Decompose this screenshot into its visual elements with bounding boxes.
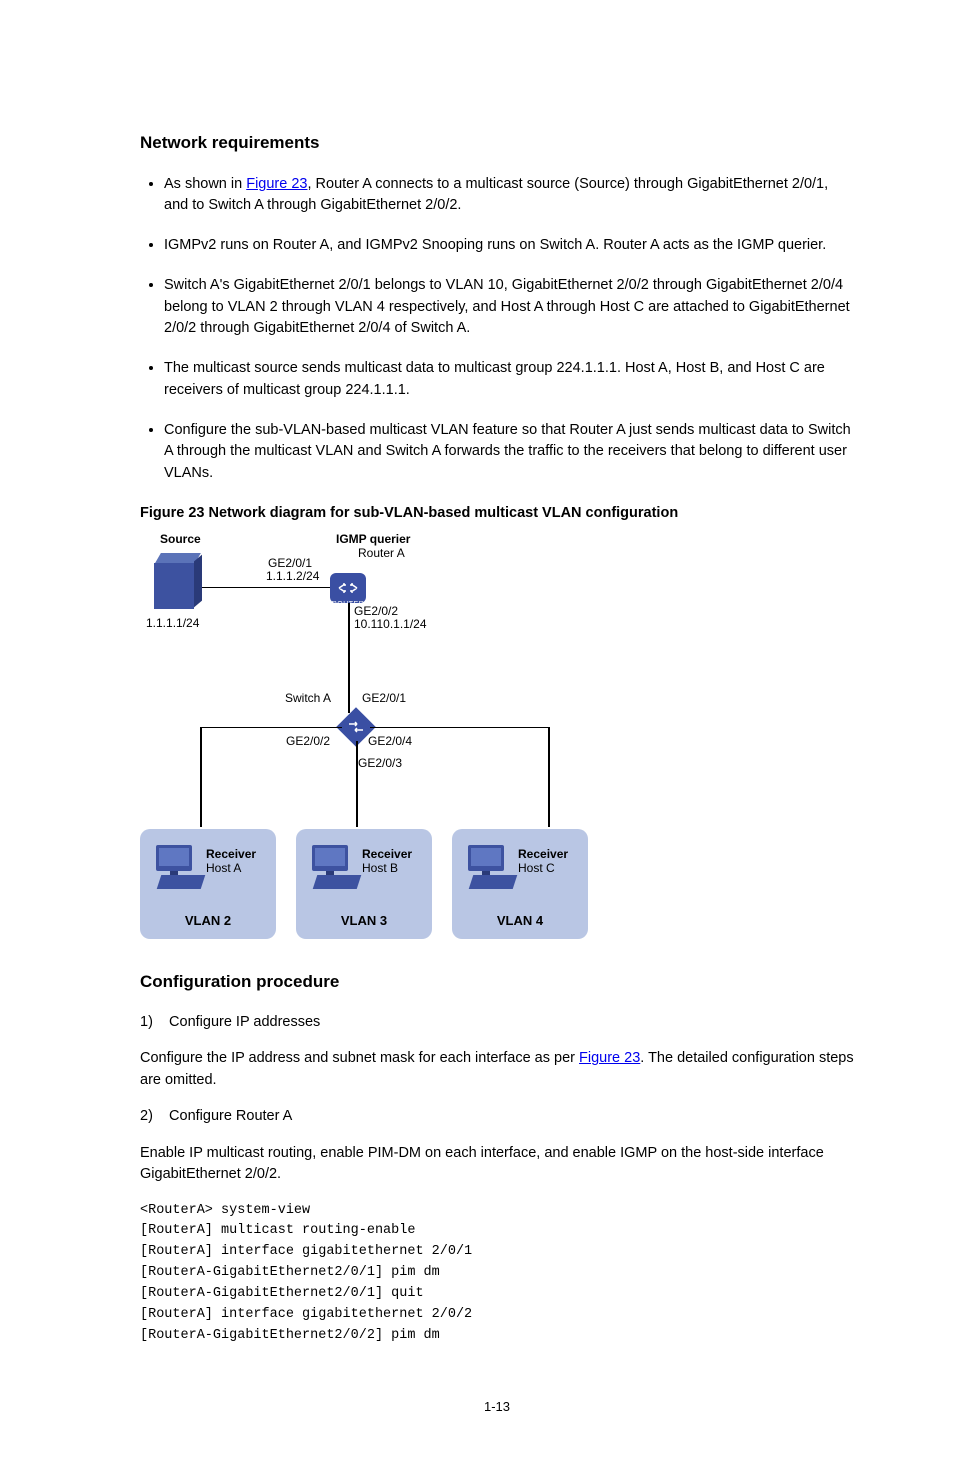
cli-block: <RouterA> system-view [RouterA] multicas…: [140, 1201, 854, 1347]
switch-if3: GE2/0/3: [358, 757, 402, 771]
switch-if1: GE2/0/1: [362, 692, 406, 706]
host-text: Receiver Host C: [518, 847, 568, 876]
source-server-icon: [154, 553, 202, 609]
vlan3-box: Receiver Host B VLAN 3: [296, 829, 432, 939]
link-line: [202, 587, 330, 589]
network-diagram: Source 1.1.1.1/24 ROUTER IGMP querier Ro…: [140, 539, 610, 939]
vlan-title: VLAN 2: [140, 911, 276, 931]
cli-line: [RouterA] interface gigabitethernet 2/0/…: [140, 1305, 854, 1326]
figure-link[interactable]: Figure 23: [579, 1050, 640, 1066]
cli-line: <RouterA> system-view: [140, 1201, 854, 1222]
step-number: 1): [140, 1014, 153, 1030]
switch-name: Switch A: [285, 692, 331, 706]
link-line: [200, 727, 202, 827]
requirements-list: As shown in Figure 23, Router A connects…: [140, 174, 854, 485]
step1-body: Configure the IP address and subnet mask…: [140, 1048, 854, 1092]
cli-line: [RouterA-GigabitEthernet2/0/1] quit: [140, 1284, 854, 1305]
cli-line: [RouterA] multicast routing-enable: [140, 1221, 854, 1242]
source-ip: 1.1.1.1/24: [146, 617, 199, 631]
switch-if4: GE2/0/4: [368, 735, 412, 749]
list-item: The multicast source sends multicast dat…: [164, 358, 854, 402]
vlan4-box: Receiver Host C VLAN 4: [452, 829, 588, 939]
list-item: Switch A's GigabitEthernet 2/0/1 belongs…: [164, 275, 854, 340]
router-if2-ip: 10.110.1.1/24: [354, 618, 427, 632]
host-text: Receiver Host A: [206, 847, 256, 876]
receiver-label: Receiver: [518, 847, 568, 861]
step1: 1) Configure IP addresses: [140, 1012, 854, 1034]
router-if1-ip: 1.1.1.2/24: [266, 570, 319, 584]
page-content: Network requirements As shown in Figure …: [0, 0, 954, 1466]
source-label: Source: [160, 533, 201, 547]
cli-line: [RouterA] interface gigabitethernet 2/0/…: [140, 1242, 854, 1263]
step-number: 2): [140, 1108, 153, 1124]
igmp-label: IGMP querier: [336, 533, 410, 547]
vlan-title: VLAN 3: [296, 911, 432, 931]
link-line: [548, 727, 550, 827]
host-text: Receiver Host B: [362, 847, 412, 876]
vlan-title: VLAN 4: [452, 911, 588, 931]
link-line: [348, 603, 350, 713]
list-item: As shown in Figure 23, Router A connects…: [164, 174, 854, 218]
network-requirements-heading: Network requirements: [140, 130, 854, 156]
list-item: IGMPv2 runs on Router A, and IGMPv2 Snoo…: [164, 235, 854, 257]
receiver-label: Receiver: [206, 847, 256, 861]
figure-caption: Figure 23 Network diagram for sub-VLAN-b…: [140, 503, 854, 525]
host-pc-icon: [468, 845, 508, 885]
step-title: Configure Router A: [169, 1108, 292, 1124]
step2: 2) Configure Router A: [140, 1106, 854, 1128]
host-pc-icon: [156, 845, 196, 885]
host-pc-icon: [312, 845, 352, 885]
link-line: [200, 727, 342, 729]
list-item: Configure the sub-VLAN-based multicast V…: [164, 420, 854, 485]
host-name: Host A: [206, 861, 241, 875]
cli-line: [RouterA-GigabitEthernet2/0/1] pim dm: [140, 1263, 854, 1284]
router-name: Router A: [358, 547, 405, 561]
text: Configure the IP address and subnet mask…: [140, 1050, 579, 1066]
vlan2-box: Receiver Host A VLAN 2: [140, 829, 276, 939]
step-title: Configure IP addresses: [169, 1014, 320, 1030]
configuration-procedure-heading: Configuration procedure: [140, 969, 854, 995]
receiver-label: Receiver: [362, 847, 412, 861]
cli-line: [RouterA-GigabitEthernet2/0/2] pim dm: [140, 1326, 854, 1347]
link-line: [370, 727, 548, 729]
figure-link[interactable]: Figure 23: [246, 176, 307, 192]
text: As shown in: [164, 176, 246, 192]
router-icon: ROUTER: [330, 573, 366, 603]
host-name: Host C: [518, 861, 555, 875]
link-line: [356, 741, 358, 827]
host-name: Host B: [362, 861, 398, 875]
switch-if2: GE2/0/2: [286, 735, 330, 749]
page-number: 1-13: [140, 1397, 854, 1417]
step2-body: Enable IP multicast routing, enable PIM-…: [140, 1143, 854, 1187]
